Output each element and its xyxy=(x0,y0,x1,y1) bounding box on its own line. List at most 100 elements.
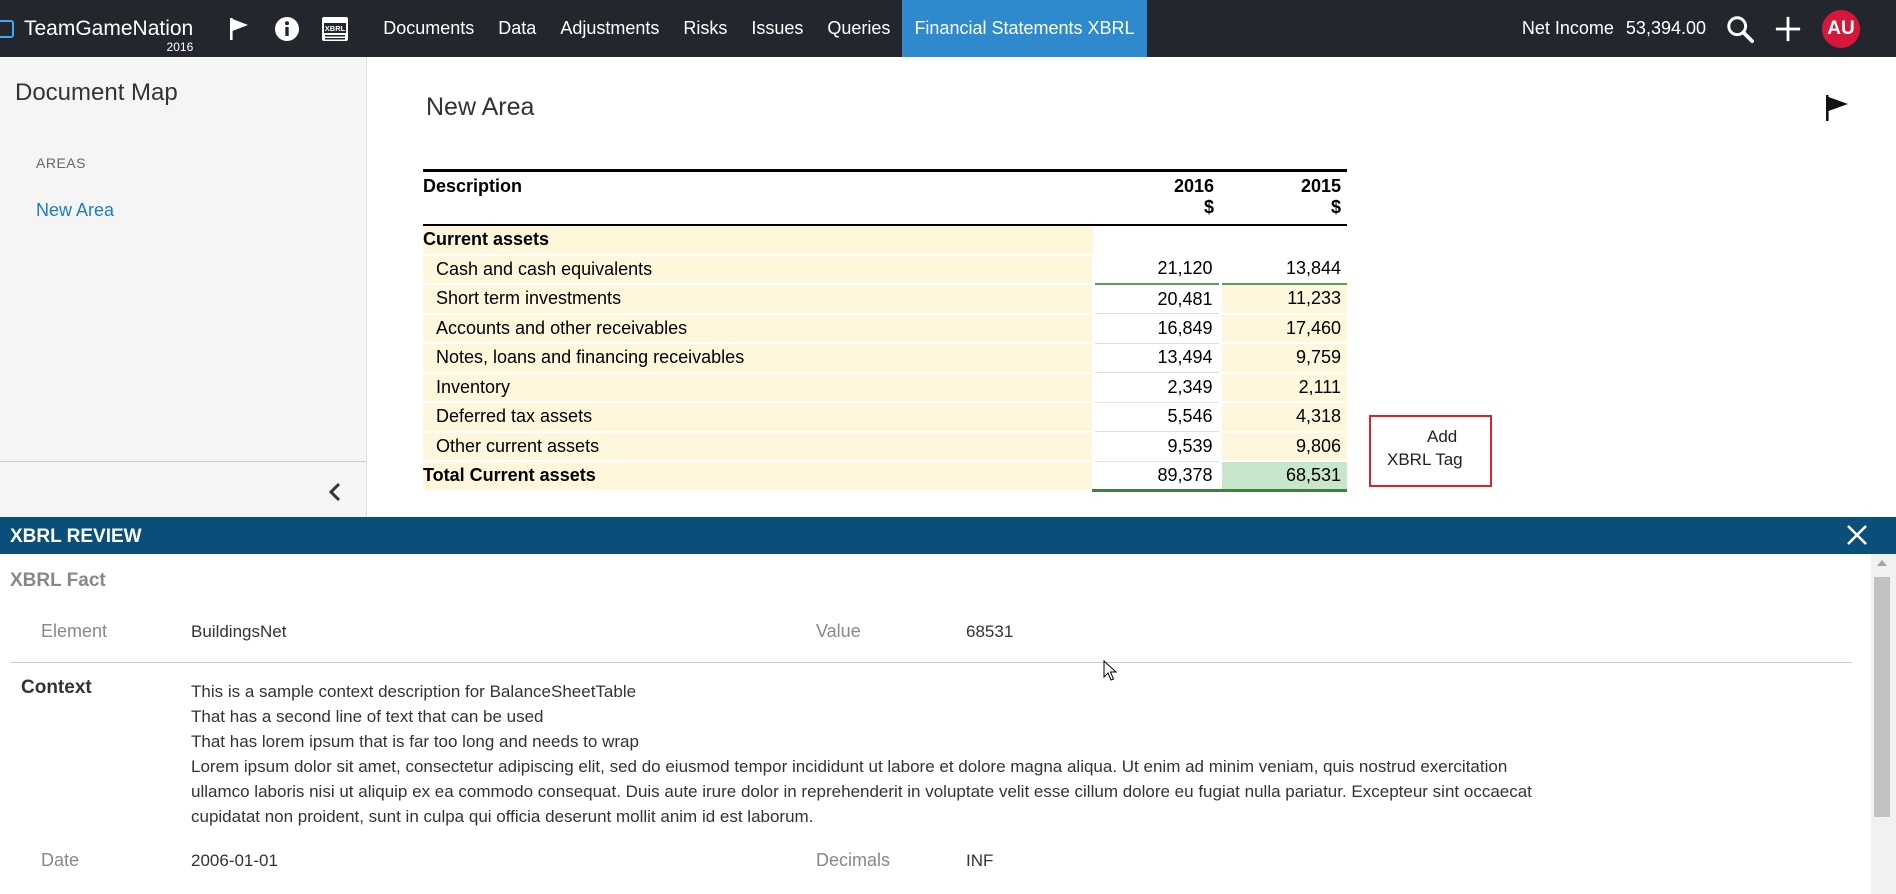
section-row: Current assets xyxy=(423,225,1347,256)
decimals-label: Decimals xyxy=(816,850,891,870)
row-value-2015[interactable]: 9,759 xyxy=(1218,343,1347,374)
search-icon[interactable] xyxy=(1726,15,1754,43)
header-2015-unit: $ xyxy=(1330,197,1341,217)
brand[interactable]: TeamGameNation 2016 xyxy=(0,0,193,57)
add-xbrl-tag-line1: Add xyxy=(1427,427,1458,446)
context-line: That has a second line of text that can … xyxy=(191,707,544,726)
header-2016: 2016 $ xyxy=(1093,171,1220,226)
total-value-2016[interactable]: 89,378 xyxy=(1091,460,1220,492)
table-row: Other current assets 9,539 9,806 xyxy=(423,431,1347,462)
section-empty-2016 xyxy=(1093,225,1220,255)
add-xbrl-tag-button[interactable]: Add XBRL Tag xyxy=(1369,415,1492,487)
row-value-2016[interactable]: 5,546 xyxy=(1091,402,1220,432)
xbrl-fact-subtitle: XBRL Fact xyxy=(10,570,106,591)
total-value-2015-selected[interactable]: 68,531 xyxy=(1218,460,1347,492)
xbrl-review-header: XBRL REVIEW xyxy=(0,517,1896,554)
main-content: New Area Description 2016 $ 2015 $ Curre… xyxy=(368,57,1896,517)
row-value-2016[interactable]: 13,494 xyxy=(1091,343,1220,373)
section-title: Current assets xyxy=(423,225,1093,256)
row-value-2016[interactable]: 21,120 xyxy=(1091,254,1220,285)
financial-statement-table: Description 2016 $ 2015 $ Current assets xyxy=(423,169,1347,492)
row-label[interactable]: Other current assets xyxy=(423,431,1093,462)
close-icon xyxy=(1847,525,1867,545)
table-row: Cash and cash equivalents 21,120 13,844 xyxy=(423,254,1347,285)
row-label[interactable]: Inventory xyxy=(423,372,1093,403)
menu-documents[interactable]: Documents xyxy=(371,0,486,57)
total-label[interactable]: Total Current assets xyxy=(423,460,1093,492)
flag-icon[interactable] xyxy=(225,15,253,43)
collapse-sidebar-button[interactable] xyxy=(324,480,348,504)
element-label: Element xyxy=(41,621,108,641)
review-divider xyxy=(10,662,1852,663)
table-row: Notes, loans and financing receivables 1… xyxy=(423,343,1347,374)
row-value-2016[interactable]: 16,849 xyxy=(1091,313,1220,344)
context-text: This is a sample context description for… xyxy=(191,679,1561,829)
section-empty-2015 xyxy=(1220,225,1347,255)
add-icon[interactable] xyxy=(1774,15,1802,43)
flag-area-button[interactable] xyxy=(1824,94,1850,127)
sidebar-item-new-area[interactable]: New Area xyxy=(36,200,114,221)
header-description: Description xyxy=(423,176,523,196)
navbar-right: Net Income 53,394.00 AU xyxy=(1522,0,1896,57)
row-value-2015[interactable]: 9,806 xyxy=(1218,431,1347,462)
net-income-value: 53,394.00 xyxy=(1625,18,1706,38)
info-icon[interactable] xyxy=(273,15,301,43)
row-value-2016[interactable]: 2,349 xyxy=(1091,372,1220,403)
date-value: 2006-01-01 xyxy=(191,851,278,870)
total-row: Total Current assets 89,378 68,531 xyxy=(423,460,1347,492)
menu-adjustments[interactable]: Adjustments xyxy=(548,0,671,57)
review-scrollbar[interactable] xyxy=(1871,554,1896,894)
row-label[interactable]: Accounts and other receivables xyxy=(423,313,1093,344)
sidebar-section-label: AREAS xyxy=(36,155,86,171)
header-2015: 2015 $ xyxy=(1220,171,1347,226)
date-label: Date xyxy=(41,850,80,870)
context-line: That has lorem ipsum that is far too lon… xyxy=(191,732,639,751)
menu-data[interactable]: Data xyxy=(486,0,548,57)
row-value-2016[interactable]: 9,539 xyxy=(1091,431,1220,462)
row-label[interactable]: Deferred tax assets xyxy=(423,402,1093,433)
table-row: Deferred tax assets 5,546 4,318 xyxy=(423,402,1347,433)
row-value-2015[interactable]: 11,233 xyxy=(1218,284,1347,315)
brand-name: TeamGameNation xyxy=(24,16,194,40)
sidebar-title: Document Map xyxy=(15,79,178,106)
element-value: BuildingsNet xyxy=(191,622,287,641)
app-root: TeamGameNation 2016 XBRL Documents Data … xyxy=(0,0,1896,894)
row-label[interactable]: Cash and cash equivalents xyxy=(423,254,1093,285)
menu-queries[interactable]: Queries xyxy=(815,0,902,57)
table-row: Inventory 2,349 2,111 xyxy=(423,372,1347,403)
user-avatar[interactable]: AU xyxy=(1822,9,1860,48)
close-review-button[interactable] xyxy=(1845,523,1869,547)
row-label[interactable]: Short term investments xyxy=(423,284,1093,315)
add-xbrl-tag-line2: XBRL Tag xyxy=(1387,450,1463,469)
document-map-sidebar: Document Map AREAS New Area xyxy=(0,57,367,517)
row-value-2015[interactable]: 2,111 xyxy=(1218,372,1347,403)
table-row: Short term investments 20,481 11,233 xyxy=(423,284,1347,315)
main-menu: Documents Data Adjustments Risks Issues … xyxy=(371,0,1147,57)
brand-logo-icon xyxy=(0,19,14,38)
row-value-2015[interactable]: 17,460 xyxy=(1218,313,1347,344)
value-value: 68531 xyxy=(966,622,1014,641)
area-title: New Area xyxy=(426,93,535,121)
row-value-2015[interactable]: 13,844 xyxy=(1218,254,1347,285)
header-2016-year: 2016 xyxy=(1173,176,1214,196)
xbrl-review-title: XBRL REVIEW xyxy=(10,526,142,547)
header-2015-year: 2015 xyxy=(1300,176,1341,196)
context-line: This is a sample context description for… xyxy=(191,682,637,701)
chevron-left-icon xyxy=(328,482,341,502)
row-value-2015[interactable]: 4,318 xyxy=(1218,402,1347,433)
mouse-cursor-icon xyxy=(1103,659,1118,687)
context-line: Lorem ipsum dolor sit amet, consectetur … xyxy=(191,757,1537,826)
scrollbar-thumb[interactable] xyxy=(1874,577,1890,817)
xbrl-review-panel: XBRL Fact Element BuildingsNet Value 685… xyxy=(0,554,1896,894)
xbrl-icon[interactable]: XBRL xyxy=(321,15,349,43)
scroll-up-arrow-icon[interactable] xyxy=(1877,560,1887,566)
value-label: Value xyxy=(816,621,861,641)
row-value-2016[interactable]: 20,481 xyxy=(1091,284,1220,314)
menu-issues[interactable]: Issues xyxy=(739,0,815,57)
svg-text:XBRL: XBRL xyxy=(325,24,346,33)
menu-financial-statements-xbrl[interactable]: Financial Statements XBRL xyxy=(902,0,1147,57)
flag-icon xyxy=(1826,95,1848,121)
net-income-label: Net Income xyxy=(1521,18,1614,38)
row-label[interactable]: Notes, loans and financing receivables xyxy=(423,343,1093,374)
menu-risks[interactable]: Risks xyxy=(671,0,739,57)
